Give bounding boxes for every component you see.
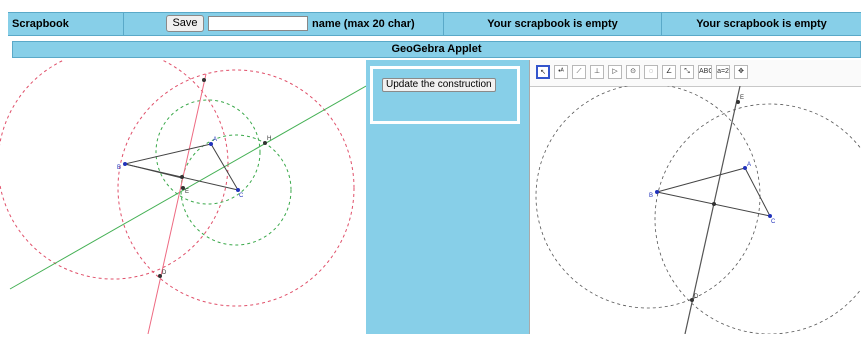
- label-c: C: [239, 193, 244, 199]
- triangle-abc[interactable]: [656, 167, 771, 217]
- scrapbook-slot-1[interactable]: Your scrapbook is empty: [444, 13, 662, 35]
- applet-title: GeoGebra Applet: [12, 41, 861, 58]
- geogebra-toolbar: ↖ •ᴬ ⟋ ⊥ ▷ ⊙ ◌ ∠ ⤡ ABC a=2 ✥: [530, 60, 861, 87]
- label-h: H: [267, 136, 271, 142]
- line-tool-icon[interactable]: ⟋: [572, 65, 586, 79]
- point-b[interactable]: [655, 190, 659, 194]
- scrapbook-slot-2[interactable]: Your scrapbook is empty: [662, 13, 861, 35]
- point-tool-icon[interactable]: •ᴬ: [554, 65, 568, 79]
- move-tool-icon[interactable]: ↖: [536, 65, 550, 79]
- point-top[interactable]: [202, 78, 206, 82]
- median-line[interactable]: [124, 163, 183, 179]
- label-a: A: [747, 162, 751, 168]
- label-a: A: [213, 137, 217, 143]
- scrapbook-save-cell: Save name (max 20 char): [124, 13, 444, 35]
- pink-perpendicular-line[interactable]: [147, 73, 207, 335]
- update-construction-button[interactable]: Update the construction: [382, 78, 496, 92]
- red-circle-left[interactable]: [0, 48, 229, 280]
- dashed-circle-left[interactable]: [535, 86, 761, 309]
- scrapbook-bar: Scrapbook Save name (max 20 char) Your s…: [0, 0, 861, 36]
- point-mid[interactable]: [712, 202, 716, 206]
- circle-three-points-tool-icon[interactable]: ◌: [644, 65, 658, 79]
- text-tool-icon[interactable]: ABC: [698, 65, 712, 79]
- right-construction-drawing[interactable]: A B C E D: [530, 86, 861, 334]
- polygon-tool-icon[interactable]: ▷: [608, 65, 622, 79]
- label-e: E: [185, 189, 189, 195]
- dashed-circle-right[interactable]: [654, 103, 861, 334]
- name-field-label: name (max 20 char): [312, 18, 415, 30]
- label-d: D: [162, 270, 167, 276]
- point-mid[interactable]: [180, 175, 184, 179]
- point-b[interactable]: [123, 162, 127, 166]
- green-circle-upper[interactable]: [155, 99, 261, 205]
- scrapbook-table: Scrapbook Save name (max 20 char) Your s…: [8, 12, 861, 36]
- save-button[interactable]: Save: [166, 15, 204, 32]
- label-e: E: [740, 95, 744, 101]
- circle-center-tool-icon[interactable]: ⊙: [626, 65, 640, 79]
- red-circle-right[interactable]: [117, 69, 355, 307]
- scrapbook-name-input[interactable]: [208, 16, 308, 31]
- left-construction-canvas[interactable]: A B C D H E: [0, 48, 367, 335]
- label-c: C: [771, 219, 776, 225]
- label-b: B: [649, 193, 653, 199]
- point-c[interactable]: [236, 188, 240, 192]
- label-d: D: [694, 294, 699, 300]
- label-b: B: [117, 165, 121, 171]
- slider-tool-icon[interactable]: a=2: [716, 65, 730, 79]
- left-construction-drawing[interactable]: A B C D H E: [0, 48, 367, 335]
- geogebra-applet[interactable]: ↖ •ᴬ ⟋ ⊥ ▷ ⊙ ◌ ∠ ⤡ ABC a=2 ✥ A B C E D: [529, 60, 861, 334]
- green-bisector-line[interactable]: [9, 85, 367, 290]
- move-view-tool-icon[interactable]: ✥: [734, 65, 748, 79]
- point-c[interactable]: [768, 214, 772, 218]
- update-panel: Update the construction: [366, 60, 529, 334]
- perpendicular-tool-icon[interactable]: ⊥: [590, 65, 604, 79]
- update-box: Update the construction: [370, 66, 520, 124]
- angle-tool-icon[interactable]: ∠: [662, 65, 676, 79]
- scrapbook-title: Scrapbook: [8, 13, 124, 35]
- reflect-tool-icon[interactable]: ⤡: [680, 65, 694, 79]
